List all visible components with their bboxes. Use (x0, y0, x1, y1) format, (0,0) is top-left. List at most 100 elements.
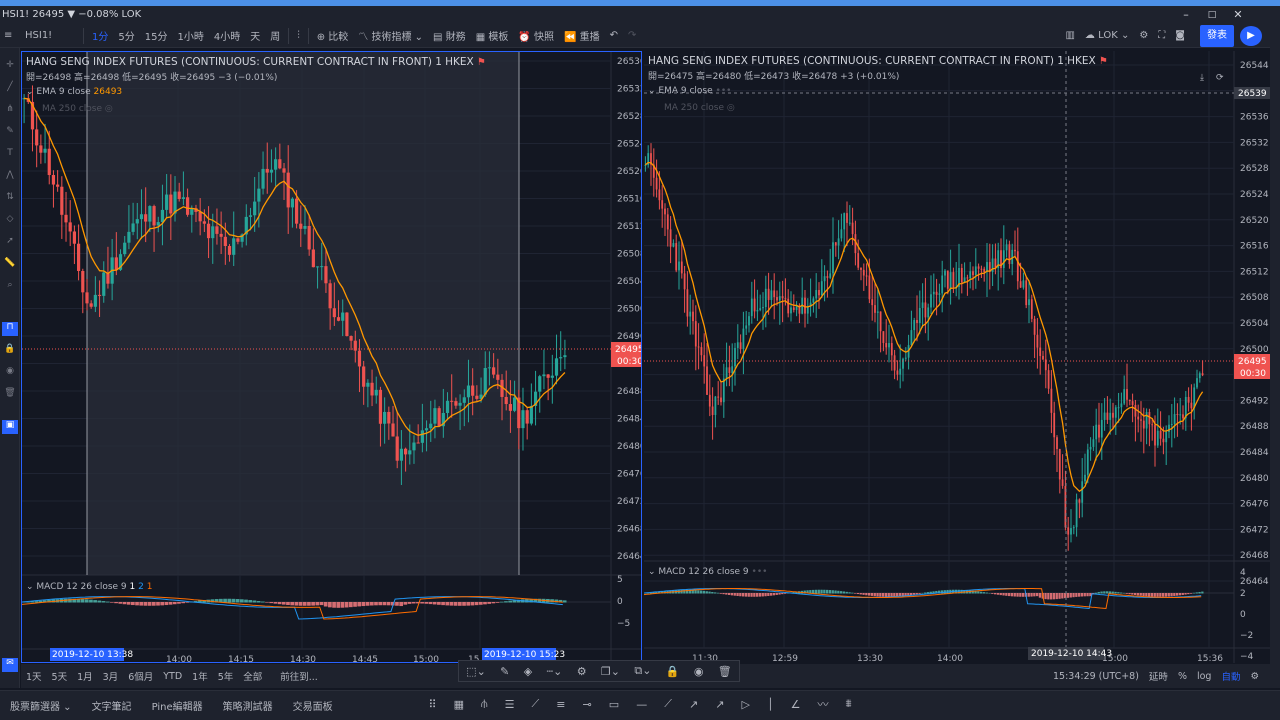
vline-icon[interactable]: │ (767, 698, 774, 711)
clone-icon[interactable]: ⧉⌄ (634, 664, 651, 678)
chart-pane-right[interactable]: 2654426540265362653226528265242652026516… (644, 51, 1270, 663)
interval-5m[interactable]: 5分 (113, 28, 139, 43)
pencil-icon[interactable]: ✎ (500, 665, 509, 678)
symbol-search[interactable]: HSI1! (20, 30, 80, 41)
extend-icon[interactable]: ↗ (715, 698, 724, 711)
clock-readout[interactable]: 15:34:29 (UTC+8) (1048, 671, 1144, 682)
auto-scale-toggle[interactable]: 自動 (1216, 669, 1245, 683)
extended-hours-toggle[interactable]: 延時 (1144, 669, 1173, 683)
close-icon[interactable]: ✕ (1226, 6, 1250, 24)
undo-icon[interactable]: ↶ (605, 30, 623, 41)
range-all[interactable]: 全部 (238, 669, 267, 683)
brush-tool-icon[interactable]: ✎ (2, 126, 18, 140)
minimize-icon[interactable]: – (1174, 6, 1198, 24)
range-3m[interactable]: 3月 (98, 669, 124, 683)
shape-select-icon[interactable]: ⬚⌄ (466, 665, 486, 678)
lock-tool-icon[interactable]: 🔒 (2, 344, 18, 358)
curve-icon[interactable]: 〰 (818, 696, 829, 712)
visibility-icon[interactable]: ◉ (694, 665, 704, 678)
lock-icon[interactable]: 🔒 (666, 665, 680, 678)
interval-1d[interactable]: 天 (245, 28, 265, 43)
sync-icon[interactable]: ⟳ (1216, 73, 1224, 83)
angle-icon[interactable]: ∠ (791, 698, 801, 711)
trendline-tool-icon[interactable]: ╱ (2, 82, 18, 96)
range-5d[interactable]: 5天 (47, 669, 73, 683)
forecast-tool-icon[interactable]: ⇅ (2, 192, 18, 206)
ema-legend-right[interactable]: ⌄ EMA 9 close ••• (648, 86, 731, 96)
pattern-tool-icon[interactable]: ⋀ (2, 170, 18, 184)
templates-button[interactable]: ▦ 模板 (471, 28, 514, 43)
eye-tool-icon[interactable]: ◉ (2, 366, 18, 380)
gear-icon[interactable]: ⚙ (577, 665, 587, 678)
tab-stock-screener[interactable]: 股票篩選器 ⌄ (0, 698, 82, 713)
ruler-tool-icon[interactable]: 📏 (2, 258, 18, 272)
ma-legend-left[interactable]: MA 250 close ◎ (42, 104, 113, 114)
triangle-icon[interactable]: ▷ (741, 698, 749, 711)
tab-trading-panel[interactable]: 交易面板 (283, 698, 343, 713)
tab-text-notes[interactable]: 文字筆記 (82, 698, 142, 713)
layout-save-button[interactable]: ☁ LOK ⌄ (1080, 30, 1134, 41)
hidden-eye-icon[interactable]: ◎ (105, 104, 113, 114)
macd-legend-right[interactable]: ⌄ MACD 12 26 close 9 ••• (648, 567, 767, 577)
price-chart-left[interactable]: 26536 26532 26528 26524 26520 26516 26512 26508… (22, 52, 642, 663)
financials-button[interactable]: ▤ 財務 (428, 28, 471, 43)
ray-icon[interactable]: ↗ (689, 698, 698, 711)
fill-bucket-icon[interactable]: ◈ (524, 665, 532, 678)
shapes-tool-icon[interactable]: ◇ (2, 214, 18, 228)
candle-style-icon[interactable]: ⫶ (292, 30, 305, 41)
range-1d[interactable]: 1天 (21, 669, 47, 683)
chat-icon[interactable]: ✉ (2, 658, 18, 672)
grid-icon[interactable]: ▦ (454, 698, 464, 711)
delete-tool-icon[interactable]: 🗑 (2, 388, 18, 402)
interval-15m[interactable]: 15分 (140, 28, 173, 43)
menu-icon[interactable]: ≡ (0, 30, 20, 41)
fib-icon[interactable]: ☰ (505, 698, 515, 711)
play-icon[interactable]: ▶ (1240, 26, 1262, 46)
interval-4h[interactable]: 4小時 (209, 28, 245, 43)
drag-handle-icon[interactable]: ⠿ (429, 698, 437, 711)
settings-gear-icon[interactable]: ⚙ (1134, 30, 1153, 41)
interval-1h[interactable]: 1小時 (172, 28, 208, 43)
interval-1w[interactable]: 周 (265, 28, 285, 43)
chart-pane-left[interactable]: 26536 26532 26528 26524 26520 26516 26512 26508… (21, 51, 642, 663)
goto-date-button[interactable]: 前往到... (275, 669, 323, 683)
range-6m[interactable]: 6個月 (123, 669, 158, 683)
horizontal-ray-icon[interactable]: ⊸ (583, 698, 592, 711)
range-ytd[interactable]: YTD (158, 671, 187, 682)
trash-icon[interactable]: 🗑 (718, 665, 732, 678)
pitchfork-tool-icon[interactable]: ⋔ (2, 104, 18, 118)
replay-button[interactable]: ⏪ 重播 (559, 28, 605, 43)
macd-legend-left[interactable]: ⌄ MACD 12 26 close 9 1 2 1 (26, 582, 152, 592)
watchlist-icon[interactable]: ▣ (2, 420, 18, 434)
text-tool-icon[interactable]: T (2, 148, 18, 162)
scroll-down-icon[interactable]: ⤓ (1200, 73, 1204, 83)
arrow-tool-icon[interactable]: ➚ (2, 236, 18, 250)
flag-icon[interactable]: ⚑ (477, 57, 486, 68)
rectangle-icon[interactable]: ▭ (609, 698, 619, 711)
fullscreen-icon[interactable]: ⛶ (1153, 30, 1170, 41)
percent-toggle[interactable]: % (1173, 671, 1192, 682)
layers-icon[interactable]: ❐⌄ (601, 665, 620, 678)
pitchfork-icon[interactable]: ⫛ (481, 697, 488, 711)
compare-button[interactable]: ⊕ 比較 (312, 28, 354, 43)
flag-icon[interactable]: ⚑ (1099, 56, 1108, 67)
ema-legend-left[interactable]: ⌄ EMA 9 close 26493 (26, 87, 122, 97)
hidden-eye-icon[interactable]: ◎ (727, 103, 735, 113)
publish-button[interactable]: 發表 (1200, 25, 1234, 47)
waveform-icon[interactable]: ⩩ (846, 697, 852, 711)
log-toggle[interactable]: log (1192, 671, 1216, 682)
magnet-tool-icon[interactable]: ⊓ (2, 322, 18, 336)
chart-settings-icon[interactable]: ⚙ (1245, 671, 1264, 682)
tab-pine-editor[interactable]: Pine編輯器 (142, 698, 213, 713)
camera-icon[interactable]: ◙ (1170, 30, 1190, 41)
interval-1m[interactable]: 1分 (87, 28, 113, 43)
maximize-icon[interactable]: □ (1200, 6, 1224, 24)
range-5y[interactable]: 5年 (213, 669, 239, 683)
channel-icon[interactable]: ⟋ (532, 697, 540, 711)
line-style-icon[interactable]: ┄⌄ (547, 665, 563, 678)
trend-icon[interactable]: ⟋ (664, 697, 672, 711)
range-1m[interactable]: 1月 (72, 669, 98, 683)
tab-strategy-tester[interactable]: 策略測試器 (213, 698, 283, 713)
layout-grid-icon[interactable]: ▥ (1060, 30, 1079, 41)
zoom-tool-icon[interactable]: ⌕ (2, 280, 18, 294)
